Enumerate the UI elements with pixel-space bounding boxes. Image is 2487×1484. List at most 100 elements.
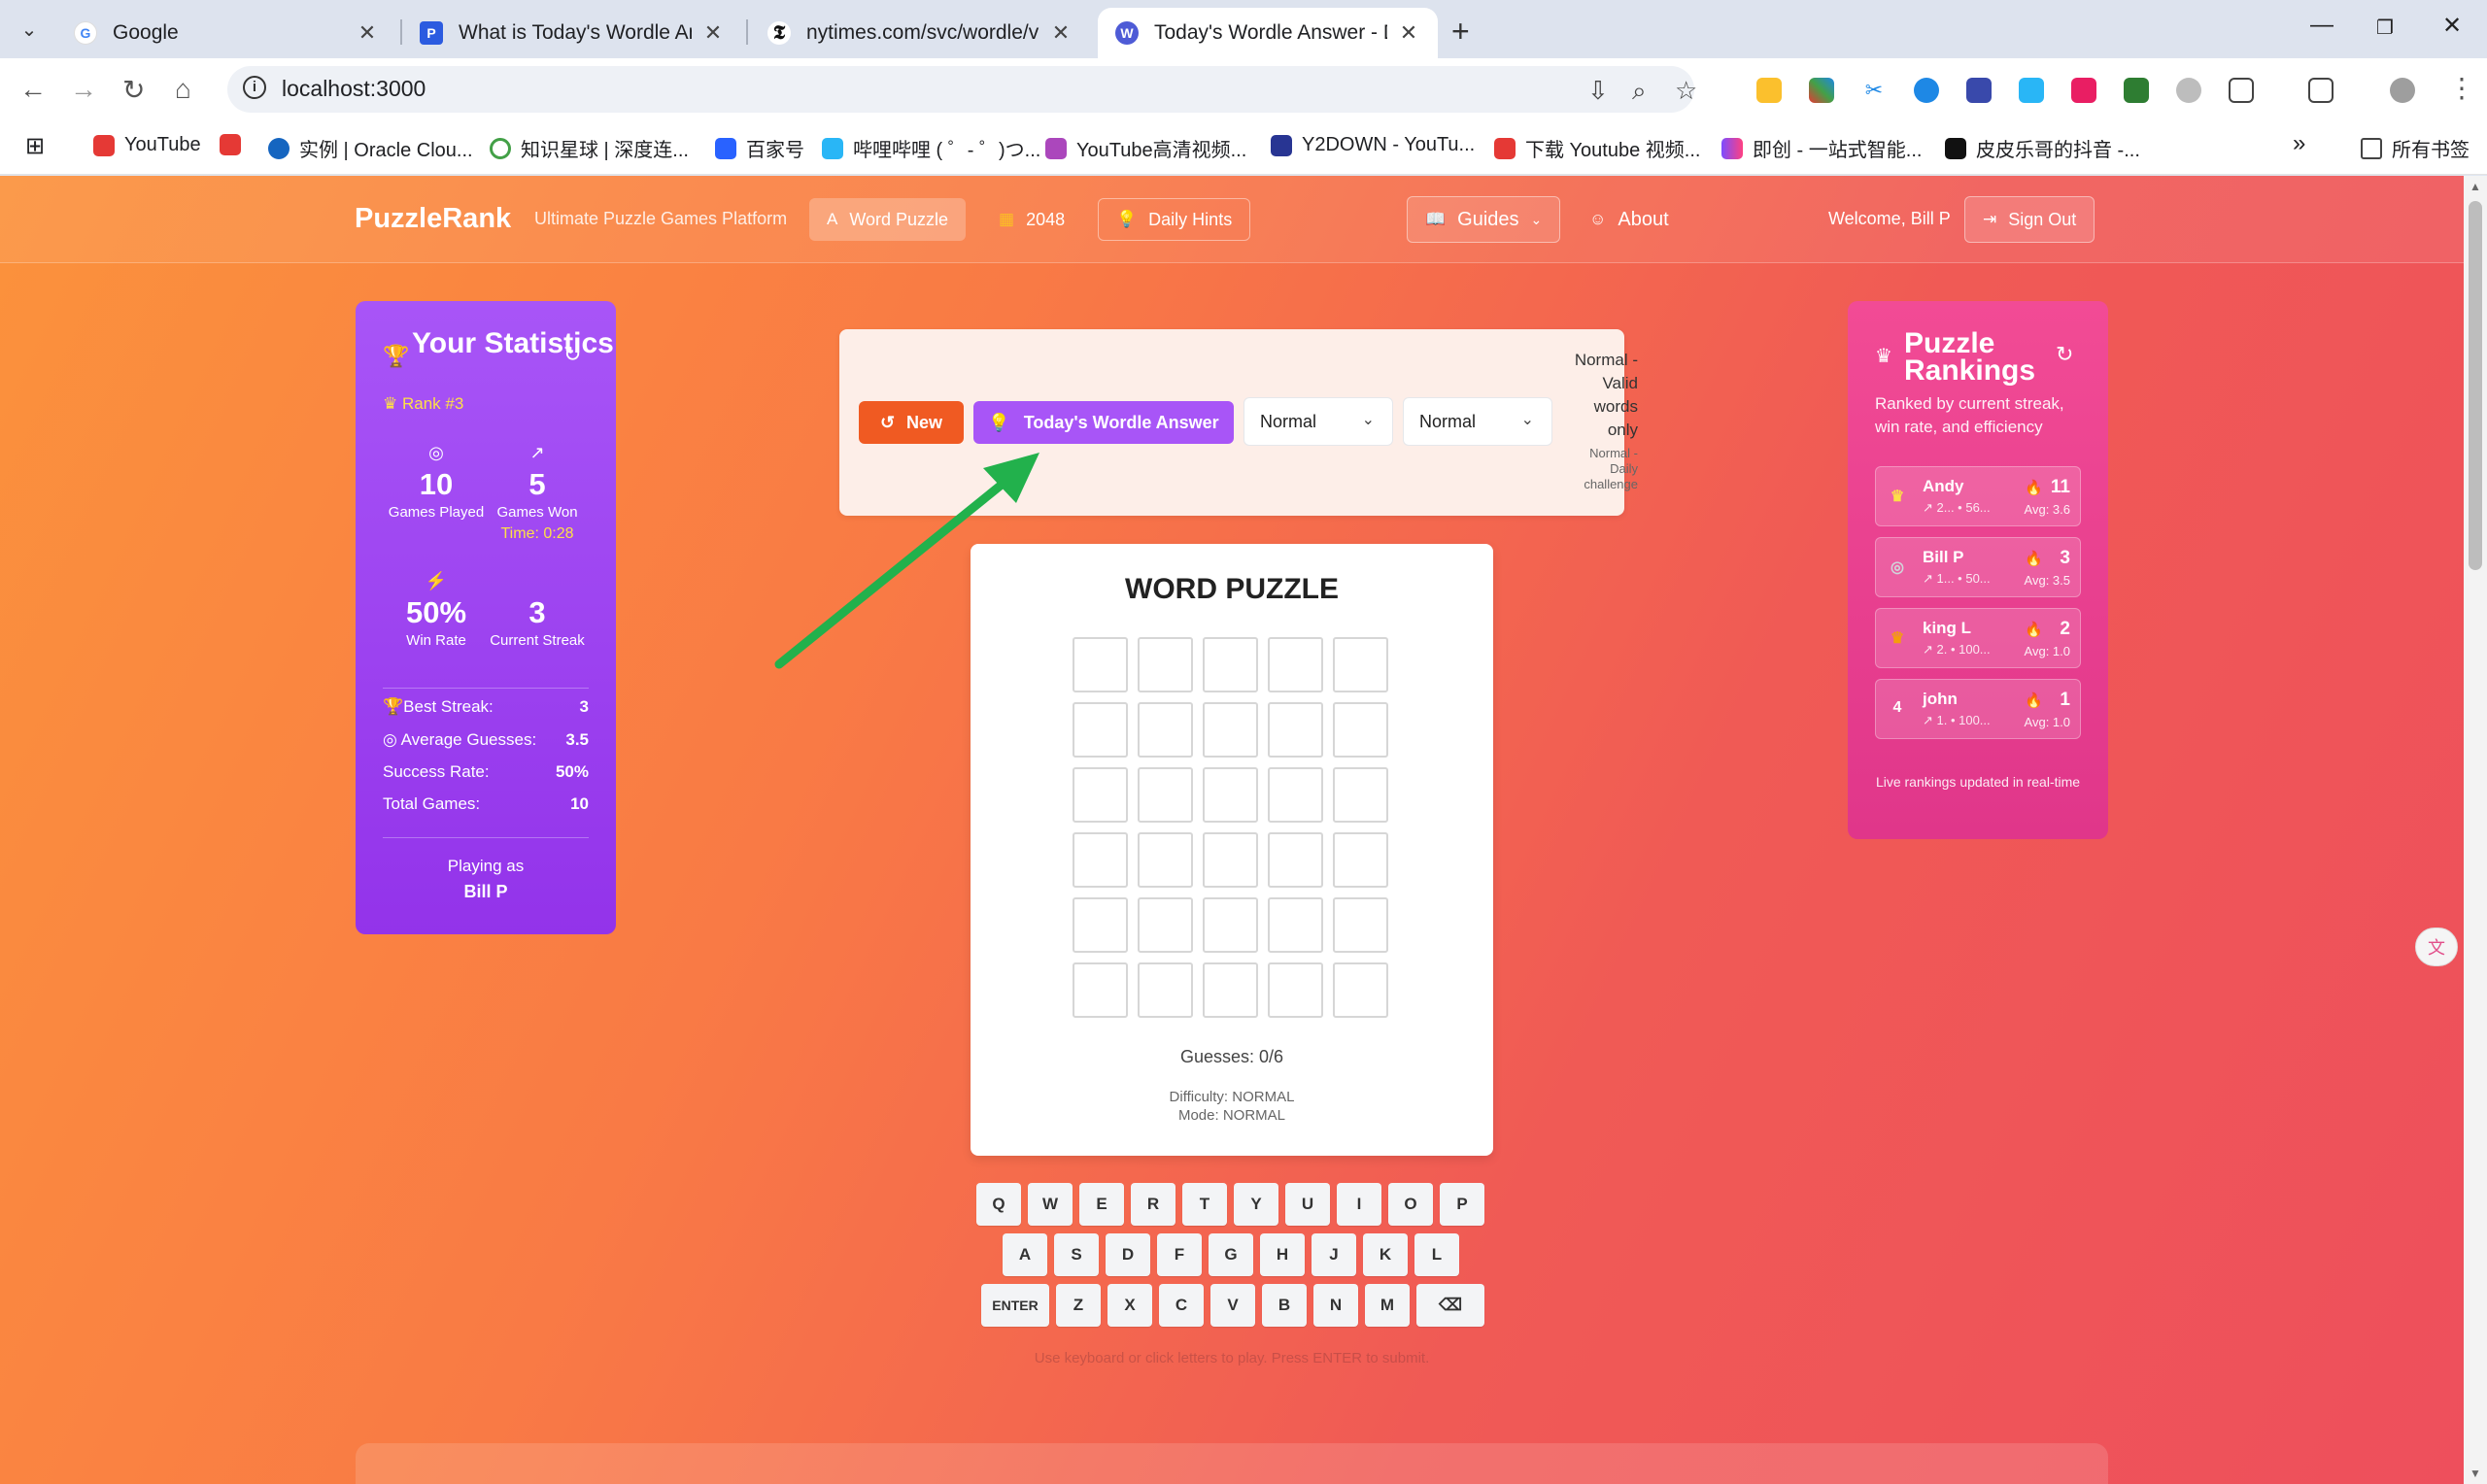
install-icon[interactable]: ⇩ bbox=[1587, 76, 1609, 106]
nav-2048[interactable]: ▦ 2048 bbox=[981, 198, 1082, 241]
bookmark-star-icon[interactable]: ☆ bbox=[1675, 76, 1697, 106]
key-n[interactable]: N bbox=[1313, 1284, 1358, 1327]
tab-wordle-answer[interactable]: W Today's Wordle Answer - Dai ✕ bbox=[1098, 8, 1438, 58]
key-b[interactable]: B bbox=[1262, 1284, 1307, 1327]
address-bar[interactable]: i localhost:3000 ⇩ ⌕ ☆ bbox=[227, 66, 1697, 113]
key-r[interactable]: R bbox=[1131, 1183, 1175, 1226]
bookmark-youtube-2[interactable] bbox=[220, 134, 251, 155]
extension-icon[interactable] bbox=[1756, 78, 1782, 103]
tab-close-icon[interactable]: ✕ bbox=[1397, 20, 1420, 46]
key-u[interactable]: U bbox=[1285, 1183, 1330, 1226]
back-icon[interactable]: ← bbox=[19, 74, 47, 105]
key-h[interactable]: H bbox=[1260, 1233, 1305, 1276]
key-w[interactable]: W bbox=[1028, 1183, 1073, 1226]
tab-close-icon[interactable]: ✕ bbox=[356, 20, 379, 46]
reload-icon[interactable]: ↻ bbox=[122, 74, 145, 106]
bookmark-download-youtube[interactable]: 下载 Youtube 视频... bbox=[1494, 134, 1700, 162]
extension-icon[interactable] bbox=[1809, 78, 1834, 103]
ranking-row[interactable]: ◎ Bill P ↗ 1... • 50... 3 Avg: 3.5 🔥 bbox=[1875, 537, 2081, 597]
restore-icon[interactable]: ❐ bbox=[2376, 16, 2394, 40]
minimize-icon[interactable]: — bbox=[2310, 12, 2334, 39]
key-l[interactable]: L bbox=[1414, 1233, 1459, 1276]
bookmark-baijiahao[interactable]: 百家号 bbox=[715, 134, 804, 162]
scroll-thumb[interactable] bbox=[2469, 201, 2482, 570]
difficulty-select[interactable]: Normal ⌄ bbox=[1244, 397, 1393, 446]
extension-icon[interactable] bbox=[2019, 78, 2044, 103]
extension-icon[interactable] bbox=[1914, 78, 1939, 103]
key-i[interactable]: I bbox=[1337, 1183, 1381, 1226]
key-v[interactable]: V bbox=[1210, 1284, 1255, 1327]
scroll-down-icon[interactable]: ▼ bbox=[2470, 1467, 2481, 1480]
key-z[interactable]: Z bbox=[1056, 1284, 1101, 1327]
site-info-icon[interactable]: i bbox=[243, 76, 266, 99]
key-p[interactable]: P bbox=[1440, 1183, 1484, 1226]
youtube-icon bbox=[220, 134, 241, 155]
bookmark-douyin[interactable]: 皮皮乐哥的抖音 -... bbox=[1945, 134, 2140, 162]
nav-about[interactable]: ☺ About bbox=[1572, 198, 1686, 241]
key-o[interactable]: O bbox=[1388, 1183, 1433, 1226]
tab-google[interactable]: G Google ✕ bbox=[56, 8, 396, 58]
sign-out-button[interactable]: ⇥ Sign Out bbox=[1964, 196, 2095, 243]
key-t[interactable]: T bbox=[1182, 1183, 1227, 1226]
mode-select[interactable]: Normal ⌄ bbox=[1403, 397, 1552, 446]
extension-icon[interactable] bbox=[2071, 78, 2096, 103]
download-icon[interactable] bbox=[2124, 78, 2149, 103]
bookmark-jichuang[interactable]: 即创 - 一站式智能... bbox=[1721, 134, 1922, 162]
enter-key[interactable]: ENTER bbox=[981, 1284, 1049, 1327]
ranking-row[interactable]: 4 john ↗ 1. • 100... 1 Avg: 1.0 🔥 bbox=[1875, 679, 2081, 739]
translate-icon[interactable]: 文 bbox=[2415, 928, 2458, 966]
key-q[interactable]: Q bbox=[976, 1183, 1021, 1226]
key-j[interactable]: J bbox=[1312, 1233, 1356, 1276]
menu-kebab-icon[interactable]: ⋮ bbox=[2448, 72, 2475, 104]
key-f[interactable]: F bbox=[1157, 1233, 1202, 1276]
scissors-icon[interactable]: ✂ bbox=[1861, 78, 1887, 103]
key-e[interactable]: E bbox=[1079, 1183, 1124, 1226]
new-game-button[interactable]: ↺ New bbox=[859, 401, 964, 444]
extension-icon[interactable] bbox=[2176, 78, 2201, 103]
todays-answer-button[interactable]: 💡 Today's Wordle Answer bbox=[973, 401, 1234, 444]
key-m[interactable]: M bbox=[1365, 1284, 1410, 1327]
key-d[interactable]: D bbox=[1106, 1233, 1150, 1276]
window-close-icon[interactable]: ✕ bbox=[2442, 12, 2462, 40]
ranking-row[interactable]: ♛ Andy ↗ 2... • 56... 11 Avg: 3.6 🔥 bbox=[1875, 466, 2081, 526]
bookmark-bilibili[interactable]: 哔哩哔哩 ( ゜- ゜)つ... bbox=[822, 134, 1040, 162]
ranking-row[interactable]: ♛ king L ↗ 2. • 100... 2 Avg: 1.0 🔥 bbox=[1875, 608, 2081, 668]
nav-daily-hints[interactable]: 💡 Daily Hints bbox=[1098, 198, 1251, 241]
key-g[interactable]: G bbox=[1209, 1233, 1253, 1276]
new-tab-icon[interactable]: + bbox=[1451, 14, 1470, 50]
forward-icon[interactable]: → bbox=[70, 74, 97, 105]
bookmark-y2down[interactable]: Y2DOWN - YouTu... bbox=[1271, 134, 1475, 156]
all-bookmarks[interactable]: 所有书签 bbox=[2361, 134, 2470, 162]
brand-logo[interactable]: PuzzleRank bbox=[355, 203, 511, 235]
bookmark-oracle[interactable]: 实例 | Oracle Clou... bbox=[268, 134, 473, 162]
extension-icon[interactable] bbox=[1966, 78, 1992, 103]
apps-grid-icon[interactable]: ⊞ bbox=[25, 132, 45, 160]
bookmark-youtube[interactable]: YouTube bbox=[93, 134, 201, 156]
page-scrollbar[interactable]: ▲ ▼ bbox=[2464, 176, 2487, 1484]
puzzle-extensions-icon[interactable] bbox=[2229, 78, 2254, 103]
key-y[interactable]: Y bbox=[1234, 1183, 1278, 1226]
side-panel-icon[interactable] bbox=[2308, 78, 2334, 103]
bookmark-youtube-hd[interactable]: YouTube高清视频... bbox=[1045, 134, 1246, 162]
key-a[interactable]: A bbox=[1003, 1233, 1047, 1276]
guides-dropdown[interactable]: 📖 Guides ⌄ bbox=[1407, 196, 1561, 243]
tab-close-icon[interactable]: ✕ bbox=[1049, 20, 1073, 46]
refresh-icon[interactable]: ↻ bbox=[2056, 342, 2073, 367]
bookmark-zsxq[interactable]: 知识星球 | 深度连... bbox=[490, 134, 689, 162]
key-c[interactable]: C bbox=[1159, 1284, 1204, 1327]
refresh-icon[interactable]: ↻ bbox=[563, 342, 581, 367]
home-icon[interactable]: ⌂ bbox=[175, 74, 191, 105]
backspace-key[interactable]: ⌫ bbox=[1416, 1284, 1484, 1327]
tab-search-icon[interactable]: ⌄ bbox=[14, 14, 45, 45]
tab-close-icon[interactable]: ✕ bbox=[701, 20, 725, 46]
avatar[interactable] bbox=[2390, 78, 2415, 103]
key-k[interactable]: K bbox=[1363, 1233, 1408, 1276]
scroll-up-icon[interactable]: ▲ bbox=[2470, 180, 2481, 193]
key-s[interactable]: S bbox=[1054, 1233, 1099, 1276]
tab-nytimes[interactable]: 𝕿 nytimes.com/svc/wordle/v2/ ✕ bbox=[750, 8, 1090, 58]
more-bookmarks-icon[interactable]: » bbox=[2293, 130, 2305, 157]
tab-wordle-article[interactable]: P What is Today's Wordle Answ ✕ bbox=[402, 8, 742, 58]
zoom-icon[interactable]: ⌕ bbox=[1632, 76, 1647, 107]
key-x[interactable]: X bbox=[1107, 1284, 1152, 1327]
nav-word-puzzle[interactable]: A Word Puzzle bbox=[809, 198, 967, 241]
